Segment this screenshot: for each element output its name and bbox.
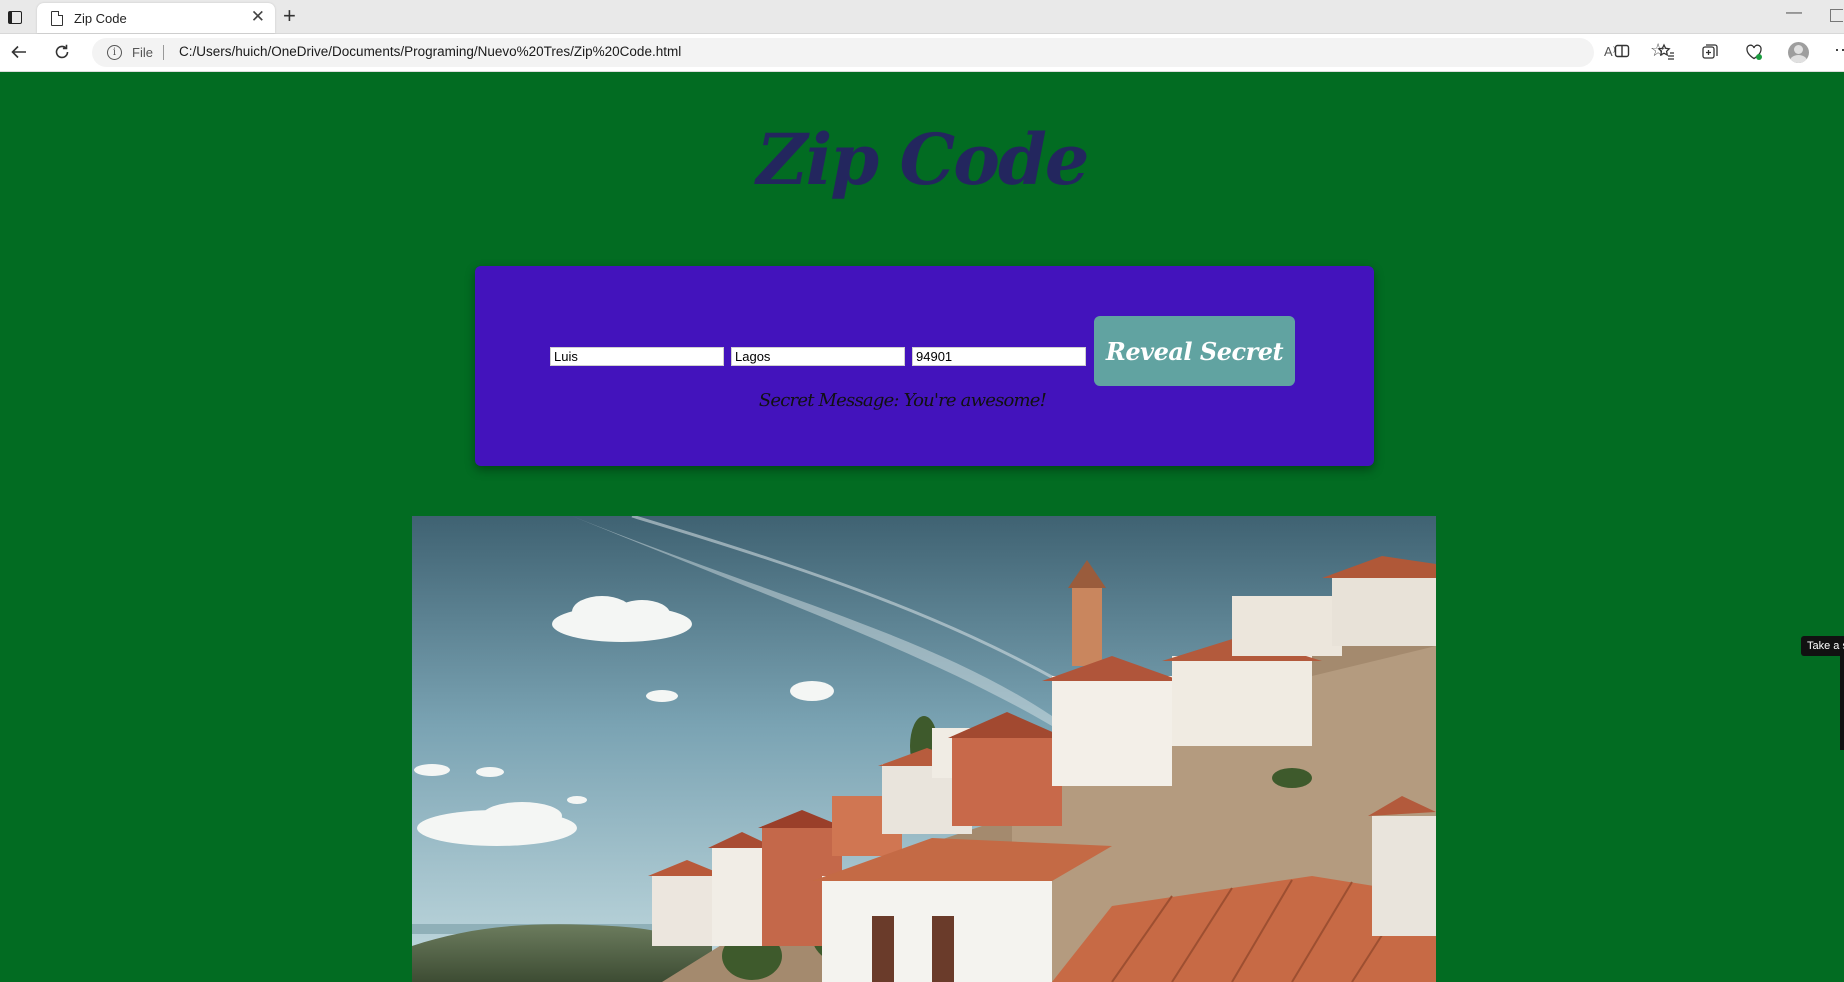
zip-form-card: Reveal Secret Secret Message: You're awe…	[475, 266, 1374, 466]
document-icon	[51, 11, 63, 26]
first-name-input[interactable]	[550, 347, 724, 366]
browser-toolbar: i File C:/Users/huich/OneDrive/Documents…	[0, 34, 1844, 72]
url-text[interactable]: C:/Users/huich/OneDrive/Documents/Progra…	[179, 44, 681, 59]
split-screen-icon[interactable]	[1612, 43, 1632, 63]
tab-bar: Zip Code ✕ + —	[0, 0, 1844, 34]
collections-icon[interactable]	[1700, 43, 1720, 63]
back-icon[interactable]	[7, 40, 31, 64]
tab-close-icon[interactable]: ✕	[251, 8, 265, 26]
zip-code-input[interactable]	[912, 347, 1086, 366]
profile-avatar[interactable]	[1788, 42, 1809, 63]
more-icon[interactable]: ⋯	[1834, 40, 1844, 61]
new-tab-button[interactable]: +	[283, 4, 296, 28]
last-name-input[interactable]	[731, 347, 905, 366]
refresh-icon[interactable]	[50, 40, 74, 64]
browser-tab[interactable]: Zip Code ✕	[37, 3, 275, 33]
favorites-icon[interactable]	[1656, 43, 1676, 63]
info-icon[interactable]: i	[107, 45, 122, 60]
minimize-button[interactable]: —	[1786, 4, 1802, 22]
separator	[163, 45, 164, 60]
browser-essentials-icon[interactable]	[1744, 43, 1764, 63]
maximize-button[interactable]	[1830, 9, 1843, 22]
screenshot-tooltip: Take a s	[1801, 636, 1844, 656]
tab-title: Zip Code	[74, 11, 127, 26]
side-panel-handle[interactable]	[1840, 656, 1844, 750]
reveal-secret-button[interactable]: Reveal Secret	[1094, 316, 1295, 386]
tab-actions-icon[interactable]	[4, 7, 26, 27]
secret-message: Secret Message: You're awesome!	[758, 390, 1047, 411]
address-bar[interactable]: i File C:/Users/huich/OneDrive/Documents…	[92, 38, 1666, 67]
village-photo	[412, 516, 1436, 982]
file-label: File	[132, 45, 153, 60]
page-title: Zip Code	[756, 118, 1090, 201]
